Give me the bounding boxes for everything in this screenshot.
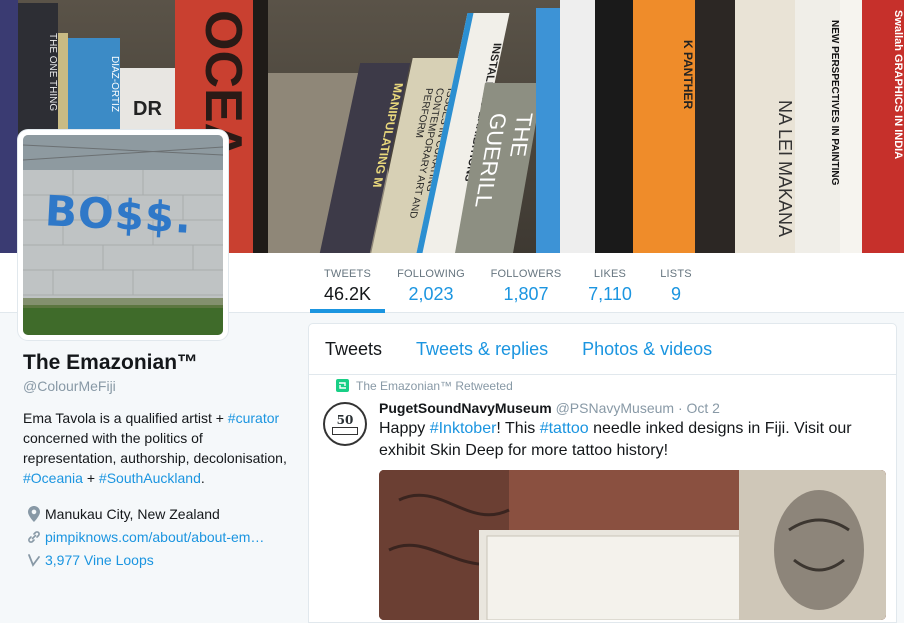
tweet-date[interactable]: · Oct 2 [678,400,720,416]
avatar-badge-text: 50 [336,412,354,427]
book-spine: K PANTHER [633,0,695,253]
stat-lists[interactable]: LISTS 9 [656,253,696,313]
bio-text: concerned with the politics of represent… [23,430,287,466]
book-spine [695,0,735,253]
stat-tweets[interactable]: TWEETS 46.2K [310,253,385,313]
location-pin-icon [23,505,45,522]
book-spine: NA LEI MAKANA [735,0,795,253]
tattoo-photo [379,470,886,620]
bio-hashtag-link[interactable]: #SouthAuckland [99,470,201,486]
vine-loops-link[interactable]: 3,977 Vine Loops [45,552,154,568]
book-spine [0,0,18,253]
retweet-label[interactable]: The Emazonian™ Retweeted [356,379,513,393]
book-spine [560,0,595,253]
location-text: Manukau City, New Zealand [45,505,220,522]
book-spine: Swallah GRAPHICS IN INDIA [862,0,904,253]
tab-photos-and-videos[interactable]: Photos & videos [582,339,712,360]
stat-label: LISTS [660,268,692,280]
tweet-timeline: Tweets Tweets & replies Photos & videos … [308,323,897,623]
book-spine [595,0,633,253]
stat-value: 1,807 [503,284,549,304]
stat-value: 46.2K [323,284,372,304]
website-link[interactable]: pimpiknows.com/about/about-em… [45,529,264,545]
tweet-text-part: Happy [379,420,430,437]
hashtag-link[interactable]: #Inktober [430,420,497,437]
tweet-author-avatar[interactable]: 50 [323,402,367,446]
tweet-author-name[interactable]: PugetSoundNavyMuseum [379,400,552,416]
stat-label: FOLLOWERS [490,268,562,280]
timeline-tabs: Tweets Tweets & replies Photos & videos [309,324,896,375]
stat-label: LIKES [593,268,627,280]
bio-text: + [82,470,99,486]
link-icon [23,530,45,544]
bio-text: . [200,470,205,486]
retweet-context: The Emazonian™ Retweeted [336,379,513,393]
tweet-text-part: ! This [496,420,540,437]
book-spine: NEW PERSPECTIVES IN PAINTING [795,0,840,253]
tweet-text: Happy #Inktober! This #tattoo needle ink… [379,418,879,462]
museum-building-icon [332,426,358,435]
profile-card: The Emazonian™ @ColourMeFiji Ema Tavola … [23,350,293,571]
bio-hashtag-link[interactable]: #curator [228,410,279,426]
stat-following[interactable]: FOLLOWING 2,023 [395,253,467,313]
tab-tweets[interactable]: Tweets [325,339,382,360]
bio-hashtag-link[interactable]: #Oceania [23,470,83,486]
stat-label: FOLLOWING [397,268,465,280]
profile-bio: Ema Tavola is a qualified artist + #cura… [23,408,293,488]
stat-followers[interactable]: FOLLOWERS 1,807 [488,253,564,313]
profile-name[interactable]: The Emazonian™ [23,350,293,376]
stat-value: 9 [670,284,681,304]
profile-meta: Manukau City, New Zealand pimpiknows.com… [23,502,293,571]
avatar-graffiti-text: BO$$. [43,186,194,243]
profile-vine: 3,977 Vine Loops [23,548,293,571]
hashtag-link[interactable]: #tattoo [540,420,589,437]
book-spine [840,0,862,253]
profile-website: pimpiknows.com/about/about-em… [23,525,293,548]
stat-value: 2,023 [408,284,454,304]
stat-label: TWEETS [323,268,372,280]
tweet-author-handle[interactable]: @PSNavyMuseum [556,400,674,416]
tab-tweets-and-replies[interactable]: Tweets & replies [416,339,548,360]
tweet-header: PugetSoundNavyMuseum @PSNavyMuseum · Oct… [379,400,720,416]
book-spine [253,0,268,253]
book-spine [536,8,560,253]
profile-avatar[interactable]: BO$$. [18,130,228,340]
stat-likes[interactable]: LIKES 7,110 [585,253,635,313]
retweet-icon [336,379,349,392]
profile-handle[interactable]: @ColourMeFiji [23,378,293,394]
stat-value: 7,110 [588,284,632,304]
profile-location: Manukau City, New Zealand [23,502,293,525]
bio-text: Ema Tavola is a qualified artist + [23,410,228,426]
tweet-media-image[interactable] [379,470,886,620]
vine-icon [23,553,45,567]
